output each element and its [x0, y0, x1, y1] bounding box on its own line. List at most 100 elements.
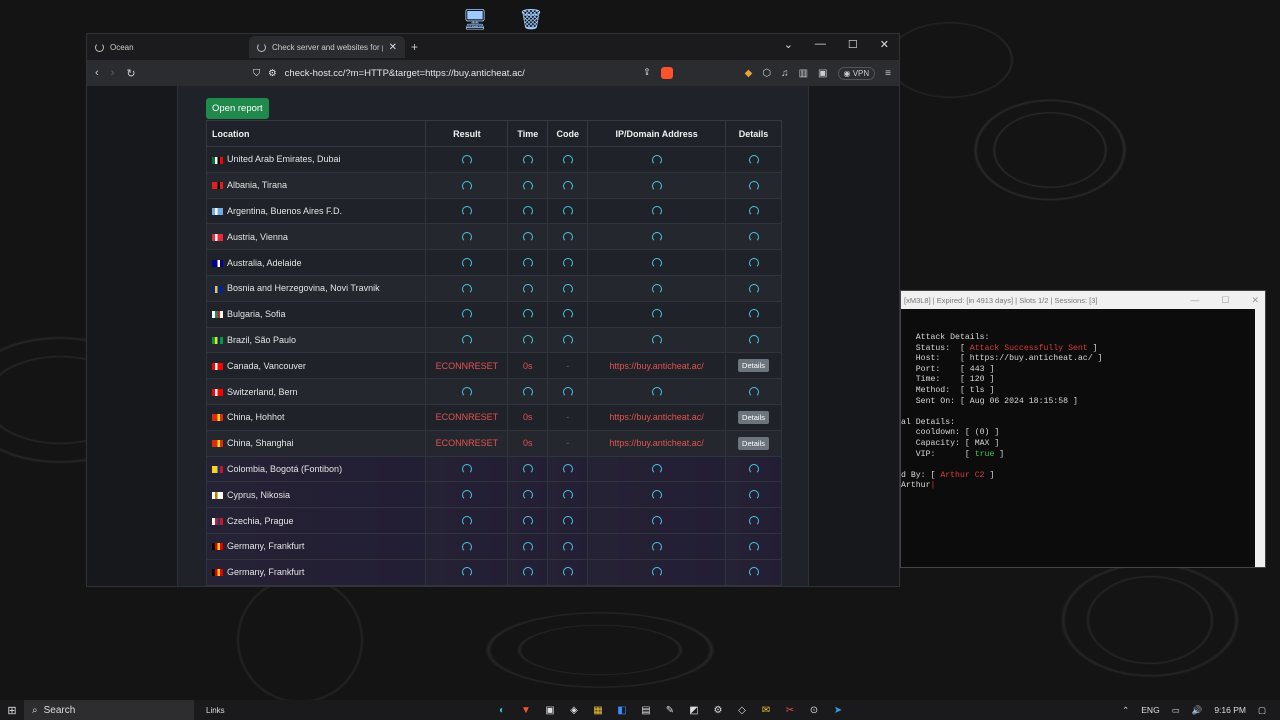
maximize-icon[interactable]: ☐ [848, 38, 858, 51]
close-tab-icon[interactable]: ✕ [389, 42, 397, 53]
code-cell [547, 507, 589, 534]
location-cell: China, Hohhot [205, 403, 427, 431]
loading-spinner-icon [522, 154, 533, 165]
network-icon[interactable]: ▭ [1172, 705, 1180, 716]
forward-icon[interactable]: › [111, 67, 115, 79]
time-cell [507, 300, 549, 328]
site-info-icon[interactable]: ⚙ [268, 68, 277, 79]
terminal-output[interactable]: Attack Details: Status: [ Attack Success… [901, 309, 1265, 492]
table-header-row: Location Result Time Code IP/Domain Addr… [205, 120, 782, 147]
loading-spinner-icon [562, 567, 573, 578]
toolbar-right: ◆ ⬡ ♫ ▥ ▣ ◉ VPN ≡ [745, 66, 891, 80]
language-indicator[interactable]: ENG [1141, 705, 1159, 715]
windows-start-icon[interactable]: ⊞ [0, 704, 24, 717]
app-icon[interactable]: ◈ [566, 703, 582, 717]
close-icon[interactable]: ✕ [1251, 295, 1259, 306]
minimize-icon[interactable]: — [815, 38, 826, 51]
location-label: Canada, Vancouver [227, 360, 306, 371]
clock[interactable]: 9:16 PM [1214, 705, 1246, 715]
loading-spinner-icon [562, 154, 573, 165]
details-cell [725, 455, 782, 483]
terminal-line: Sent On: [ Aug 06 2024 18:15:58 ] [901, 397, 1265, 408]
table-row: Albania, Tirana [205, 171, 782, 199]
new-tab-icon[interactable]: + [411, 40, 418, 54]
country-flag-icon [212, 337, 223, 345]
code-cell [547, 274, 589, 302]
telegram-icon[interactable]: ➤ [830, 703, 846, 717]
country-flag-icon [212, 440, 223, 448]
app-icon[interactable]: ⚙ [710, 703, 726, 717]
loading-spinner-icon [562, 180, 573, 191]
location-cell: Czechia, Prague [205, 507, 427, 534]
location-cell: Germany, Frankfurt [205, 532, 427, 560]
app-icon[interactable]: ✎ [662, 703, 678, 717]
loading-spinner-icon [748, 490, 759, 501]
brave-shield-icon[interactable] [661, 67, 673, 79]
app-icon[interactable]: ▦ [590, 703, 606, 717]
code-cell [547, 326, 589, 354]
tab-ocean[interactable]: Ocean [87, 36, 247, 58]
app-icon[interactable]: ▣ [542, 703, 558, 717]
app-icon[interactable]: ✉ [758, 703, 774, 717]
taskbar-search[interactable]: ⌕ Search [24, 700, 194, 720]
details-button[interactable]: Details [738, 410, 769, 424]
vpn-button[interactable]: ◉ VPN [837, 66, 876, 80]
menu-icon[interactable]: ≡ [885, 68, 891, 79]
time-cell [507, 455, 549, 483]
results-table: Location Result Time Code IP/Domain Addr… [205, 120, 782, 586]
address-bar[interactable]: ⛉ ⚙ check-host.cc/?m=HTTP&target=https:/… [247, 63, 679, 83]
terminal-window: [xM3L8] | Expired: [in 4913 days] | Slot… [900, 290, 1266, 568]
app-icon[interactable]: ⊙ [806, 703, 822, 717]
recycle-bin-icon[interactable]: 🗑 [516, 4, 546, 34]
details-button[interactable]: Details [738, 359, 769, 373]
notification-icon[interactable]: ▢ [1258, 705, 1266, 716]
location-label: United Arab Emirates, Dubai [227, 154, 341, 165]
app-icon[interactable]: ◧ [614, 703, 630, 717]
terminal-text: Attack Successfully Sent [969, 343, 1088, 353]
back-icon[interactable]: ‹ [95, 67, 99, 79]
links-toolbar[interactable]: Links [206, 706, 225, 715]
terminal-title: [xM3L8] | Expired: [in 4913 days] | Slot… [904, 295, 1098, 305]
open-report-button[interactable]: Open report [206, 98, 269, 119]
details-cell [725, 274, 782, 302]
desktop-shortcut-icon[interactable]: 🖥 [460, 4, 490, 34]
bookmark-icon[interactable]: ⛉ [253, 68, 260, 79]
loading-spinner-icon [461, 386, 472, 397]
tab-list-chevron-icon[interactable]: ⌄ [784, 38, 793, 51]
tray-chevron-icon[interactable]: ⌃ [1122, 705, 1129, 716]
header-time: Time [507, 120, 549, 147]
time-cell [507, 326, 549, 354]
edge-icon[interactable]: ◐ [494, 703, 510, 717]
desktop-icons: 🖥 🗑 [460, 4, 546, 34]
sidebar-icon[interactable]: ▥ [799, 68, 808, 79]
extensions-icon[interactable]: ⬡ [762, 68, 771, 79]
location-label: Colombia, Bogotá (Fontibon) [227, 463, 343, 474]
terminal-scrollbar[interactable] [1255, 309, 1265, 567]
details-button[interactable]: Details [738, 436, 769, 450]
details-cell [725, 532, 782, 560]
code-cell [547, 146, 589, 173]
share-icon[interactable]: ⇪ [643, 67, 651, 79]
country-flag-icon [212, 491, 223, 499]
reload-icon[interactable]: ↻ [126, 67, 135, 80]
app-icon[interactable]: ✂ [782, 703, 798, 717]
wallet-icon[interactable]: ◆ [745, 68, 753, 79]
url-text[interactable]: check-host.cc/?m=HTTP&target=https://buy… [285, 68, 525, 79]
brave-icon[interactable]: ▼ [518, 703, 534, 717]
app-icon[interactable]: ◩ [686, 703, 702, 717]
loading-spinner-icon [748, 386, 759, 397]
minimize-icon[interactable]: — [1190, 295, 1199, 306]
media-icon[interactable]: ♫ [781, 68, 789, 79]
app-icon[interactable]: ▤ [638, 703, 654, 717]
tab-check-host[interactable]: Check server and websites for p ✕ [249, 36, 405, 58]
result-cell [425, 146, 509, 173]
location-cell: Argentina, Buenos Aires F.D. [205, 197, 427, 225]
app-icon[interactable]: ◇ [734, 703, 750, 717]
maximize-icon[interactable]: ☐ [1221, 295, 1229, 306]
wallet2-icon[interactable]: ▣ [818, 68, 827, 79]
terminal-text: Host: [ https://buy.anticheat.ac/ ] [901, 354, 1103, 364]
code-cell [547, 300, 589, 328]
close-icon[interactable]: ✕ [880, 38, 889, 51]
terminal-text: ] [994, 449, 1005, 459]
volume-icon[interactable]: 🔊 [1192, 705, 1203, 716]
